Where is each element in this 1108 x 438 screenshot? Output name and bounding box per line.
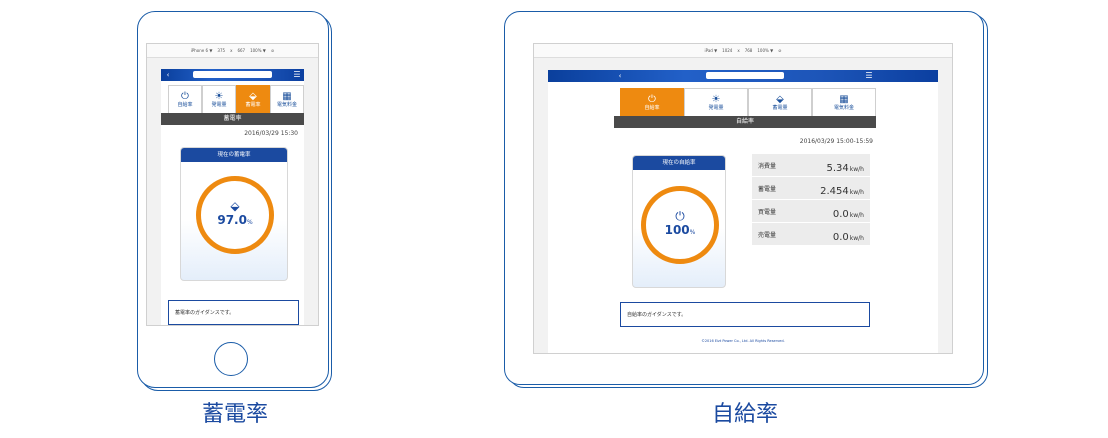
phone-screen: iPhone 6 ▼ 375 x 667 100% ▼ ⊘ ‹ ☰ ⏻ 自給率 … (146, 43, 319, 326)
menu-icon[interactable]: ☰ (865, 72, 873, 80)
phone-viewport: ‹ ☰ ⏻ 自給率 ☀ 発電量 ⬙ 蓄電率 ▦ 電気料金 蓄電率 2016/03… (161, 69, 304, 325)
phone-tabs: ⏻ 自給率 ☀ 発電量 ⬙ 蓄電率 ▦ 電気料金 (168, 85, 304, 113)
stat-label: 消費量 (758, 162, 777, 170)
self-sufficiency-card: 現在の自給率 ⏻ 100% (632, 155, 726, 288)
bill-icon: ▦ (839, 93, 849, 105)
tablet-viewport: ‹ ☰ ⏻ 自給率 ☀ 発電量 ⬙ 蓄電量 ▦ 電気料金 自給率 2016/03… (548, 70, 938, 353)
tab-label: 発電量 (708, 104, 724, 111)
tab-electricity-bill[interactable]: ▦ 電気料金 (812, 88, 876, 116)
zoom-select[interactable]: 100% ▼ (757, 48, 773, 53)
back-icon[interactable]: ‹ (164, 71, 172, 79)
card-title: 現在の蓄電率 (181, 148, 287, 162)
stat-label: 蓄電量 (758, 185, 777, 193)
stat-label: 買電量 (758, 208, 777, 216)
stat-unit: kw/h (849, 165, 864, 173)
phone-caption: 蓄電率 (201, 402, 268, 427)
gauge-number: 100 (664, 223, 690, 237)
tab-label: 電気料金 (276, 101, 297, 108)
device-select[interactable]: iPad ▼ (704, 48, 717, 53)
phone-title-field (193, 71, 272, 78)
tab-label: 電気料金 (833, 104, 854, 111)
stat-row-sale: 売電量 0.0kw/h (752, 223, 870, 246)
tablet-tabs: ⏻ 自給率 ☀ 発電量 ⬙ 蓄電量 ▦ 電気料金 (620, 88, 876, 116)
section-title: 蓄電率 (161, 113, 304, 125)
gauge-value: 100% (665, 223, 696, 240)
tablet-caption: 自給率 (711, 402, 778, 427)
timestamp: 2016/03/29 15:00-15:59 (799, 138, 873, 145)
stat-value: 2.454 (820, 185, 849, 197)
viewport-width[interactable]: 1024 (722, 48, 732, 53)
tab-label: 発電量 (211, 101, 227, 108)
stat-unit: kw/h (849, 234, 864, 242)
copyright-footer: ©2016 Eizt Power Co., Ltd. All Rights Re… (701, 339, 785, 343)
tab-label: 蓄電量 (772, 104, 788, 111)
stat-row-consumption: 消費量 5.34kw/h (752, 154, 870, 177)
storage-rate-card: 現在の蓄電率 ⬙ 97.0% (180, 147, 288, 281)
tab-self-sufficiency[interactable]: ⏻ 自給率 (168, 85, 202, 113)
stat-value-group: 2.454kw/h (820, 179, 864, 198)
power-icon: ⏻ (648, 93, 656, 105)
device-select[interactable]: iPhone 6 ▼ (191, 48, 213, 53)
phone-devtools-bar: iPhone 6 ▼ 375 x 667 100% ▼ ⊘ (147, 44, 318, 58)
bill-icon: ▦ (282, 90, 292, 102)
viewport-height[interactable]: 667 (237, 48, 245, 53)
power-icon: ⏻ (675, 209, 685, 223)
viewport-height[interactable]: 768 (745, 48, 753, 53)
section-title: 自給率 (614, 116, 876, 128)
timestamp: 2016/03/29 15:30 (244, 130, 298, 137)
bulb-icon: ☀ (711, 93, 721, 105)
guidance-box: 蓄電率のガイダンスです。 (168, 300, 299, 325)
battery-icon: ⬙ (230, 199, 240, 213)
tab-label: 自給率 (177, 101, 193, 108)
viewport-x: x (230, 48, 233, 53)
card-title: 現在の自給率 (633, 156, 725, 170)
tab-label: 自給率 (644, 104, 660, 111)
tab-storage[interactable]: ⬙ 蓄電量 (748, 88, 812, 116)
gauge-unit: % (689, 229, 696, 236)
tablet-devtools-bar: iPad ▼ 1024 x 768 100% ▼ ⊘ (534, 44, 952, 58)
stat-value: 5.34 (826, 162, 849, 174)
tablet-title-field (706, 72, 784, 79)
gauge-value: 97.0% (217, 213, 252, 230)
power-icon: ⏻ (181, 90, 189, 102)
tablet-navbar: ‹ ☰ (548, 70, 938, 82)
stat-value: 0.0 (832, 231, 849, 243)
energy-stats-table: 消費量 5.34kw/h 蓄電量 2.454kw/h 買電量 0.0kw/h 売… (752, 154, 870, 246)
storage-rate-gauge: ⬙ 97.0% (196, 176, 274, 254)
stat-row-purchase: 買電量 0.0kw/h (752, 200, 870, 223)
viewport-width[interactable]: 375 (217, 48, 225, 53)
stat-row-storage: 蓄電量 2.454kw/h (752, 177, 870, 200)
viewport-x: x (737, 48, 740, 53)
stat-value-group: 0.0kw/h (833, 225, 864, 244)
gauge-unit: % (246, 219, 253, 226)
tab-label: 蓄電率 (245, 101, 261, 108)
gauge-number: 97.0 (217, 213, 247, 227)
tab-generation[interactable]: ☀ 発電量 (684, 88, 748, 116)
battery-icon: ⬙ (249, 90, 257, 102)
tab-storage-rate[interactable]: ⬙ 蓄電率 (236, 85, 270, 113)
tab-generation[interactable]: ☀ 発電量 (202, 85, 236, 113)
zoom-select[interactable]: 100% ▼ (250, 48, 266, 53)
phone-home-button[interactable] (214, 342, 248, 376)
menu-icon[interactable]: ☰ (293, 71, 301, 79)
tablet-screen: iPad ▼ 1024 x 768 100% ▼ ⊘ ‹ ☰ ⏻ 自給率 ☀ 発… (533, 43, 953, 354)
guidance-box: 自給率のガイダンスです。 (620, 302, 870, 327)
stat-unit: kw/h (849, 188, 864, 196)
stat-label: 売電量 (758, 231, 777, 239)
bulb-icon: ☀ (214, 90, 224, 102)
stat-unit: kw/h (849, 211, 864, 219)
back-icon[interactable]: ‹ (616, 72, 624, 80)
self-sufficiency-gauge: ⏻ 100% (641, 186, 719, 264)
tab-electricity-bill[interactable]: ▦ 電気料金 (270, 85, 304, 113)
stat-value-group: 5.34kw/h (827, 156, 864, 175)
stat-value-group: 0.0kw/h (833, 202, 864, 221)
rotate-icon[interactable]: ⊘ (271, 48, 274, 53)
stat-value: 0.0 (832, 208, 849, 220)
tab-self-sufficiency[interactable]: ⏻ 自給率 (620, 88, 684, 116)
battery-icon: ⬙ (776, 93, 784, 105)
rotate-icon[interactable]: ⊘ (778, 48, 781, 53)
phone-navbar: ‹ ☰ (161, 69, 304, 81)
